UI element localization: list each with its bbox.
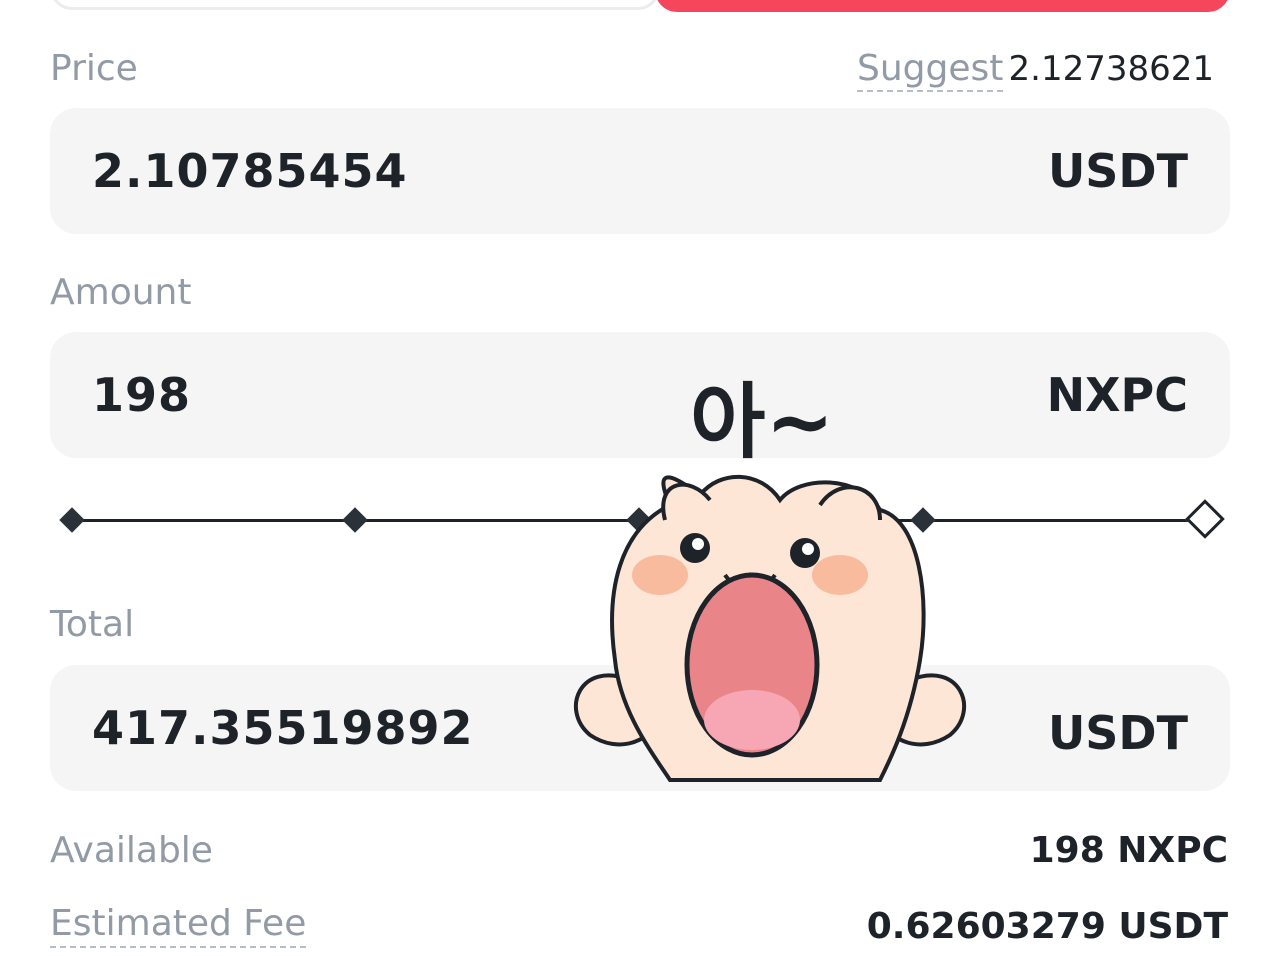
price-unit: USDT: [1047, 144, 1188, 198]
price-input-value[interactable]: 2.10785454: [92, 144, 408, 198]
total-label: Total: [50, 604, 135, 645]
total-unit: USDT: [1047, 706, 1188, 761]
estimated-fee-value: 0.62603279 USDT: [866, 906, 1228, 947]
available-label: Available: [50, 830, 213, 871]
amount-unit: NXPC: [1046, 368, 1188, 422]
price-input[interactable]: 2.10785454 USDT: [50, 108, 1230, 234]
total-input-value[interactable]: 417.35519892: [92, 701, 474, 755]
price-label: Price: [50, 48, 138, 89]
sell-tab[interactable]: [655, 0, 1230, 12]
buy-tab[interactable]: [50, 0, 660, 10]
slider-handle[interactable]: [1185, 499, 1225, 539]
slider-step-0[interactable]: [59, 507, 85, 533]
estimated-fee-label[interactable]: Estimated Fee: [50, 902, 307, 948]
hamster-sticker-icon: [573, 474, 967, 782]
amount-input-value[interactable]: 198: [92, 368, 191, 422]
slider-step-25[interactable]: [342, 507, 368, 533]
amount-label: Amount: [50, 272, 192, 313]
suggest-price-tooltip-trigger[interactable]: Suggest: [857, 48, 1004, 92]
available-value: 198 NXPC: [1029, 830, 1228, 871]
suggest-price-value[interactable]: 2.12738621: [1009, 49, 1215, 89]
